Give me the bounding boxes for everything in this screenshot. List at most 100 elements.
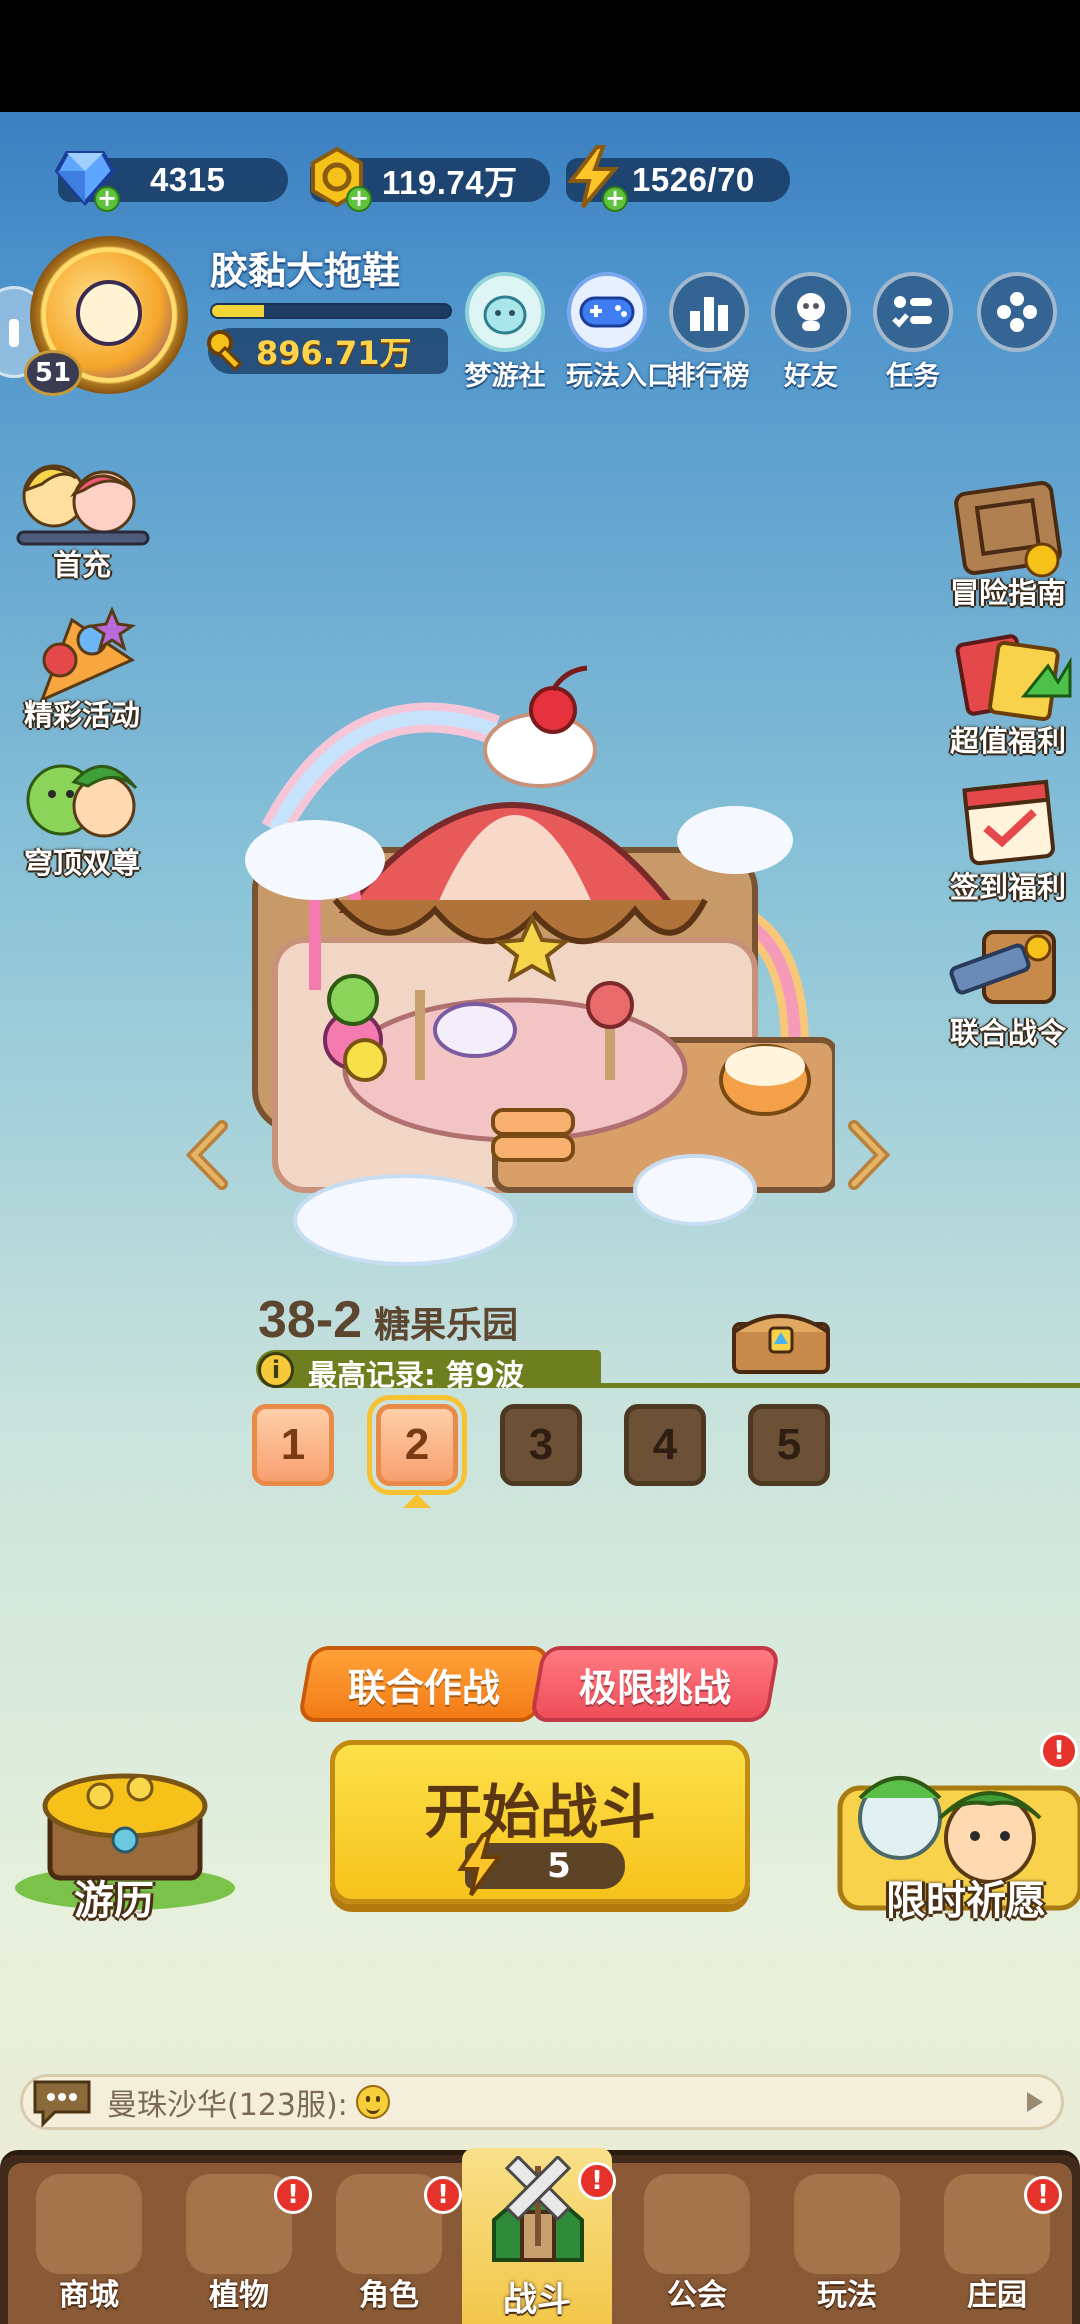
shop-icon (36, 2174, 142, 2274)
gold-coin-icon: + (300, 140, 374, 214)
side-adventure-guide[interactable]: 冒险指南 (928, 478, 1080, 612)
guild-icon (644, 2174, 750, 2274)
nav-gameplay[interactable]: 玩法 (772, 2164, 922, 2324)
top-menu-friends[interactable]: 好友 (770, 272, 852, 393)
combat-power: 896.71万 (207, 328, 448, 374)
side-events[interactable]: 精彩活动 (2, 600, 162, 734)
top-menu-tasks[interactable]: 任务 (872, 272, 954, 393)
record-text: 最高记录: 第9波 (308, 1358, 524, 1392)
nav-shop[interactable]: 商城 (14, 2164, 164, 2324)
coop-battle-label: 联合作战 (347, 1665, 500, 1710)
travel-label: 游历 (74, 1878, 154, 1924)
energy-cost: 5 (457, 1833, 625, 1897)
wave-button-4[interactable]: 4 (624, 1404, 706, 1486)
chat-bar[interactable]: 曼珠沙华(123服): (20, 2074, 1064, 2130)
status-bar (0, 0, 1080, 112)
wish-alert-badge: ! (1040, 1732, 1078, 1770)
tasks-icon (873, 272, 953, 352)
diamond-value: 4315 (150, 161, 226, 198)
chat-bubble-icon (33, 2080, 91, 2128)
nav-label: 庄园 (967, 2278, 1027, 2313)
top-menu-leaderboard[interactable]: 排行榜 (668, 272, 750, 393)
gold-counter[interactable]: + 119.74万 (310, 146, 550, 212)
next-stage-arrow[interactable] (846, 1120, 891, 1190)
side-dome-duo[interactable]: 穹顶双尊 (2, 748, 162, 882)
top-menu-mengyoushe[interactable]: 梦游社 (464, 272, 546, 393)
avatar-face (76, 280, 142, 346)
wave-button-2[interactable]: 2 (367, 1395, 467, 1495)
speaker-icon (9, 319, 19, 347)
wave-button-5[interactable]: 5 (748, 1404, 830, 1486)
smiley-emoji-icon (355, 2085, 390, 2119)
info-icon[interactable]: i (258, 1352, 294, 1388)
stage-number: 38-2 (258, 1291, 363, 1349)
top-menu-label: 好友 (784, 361, 838, 392)
add-gold-icon[interactable]: + (346, 186, 372, 212)
exp-fill (212, 305, 265, 317)
level-scene-carousel[interactable] (235, 660, 838, 1280)
wave-button-1[interactable]: 1 (252, 1404, 334, 1486)
side-battle-pass[interactable]: 联合战令 (928, 918, 1080, 1052)
side-first-recharge[interactable]: 首充 (2, 450, 162, 584)
top-menu-label: 任务 (886, 361, 940, 392)
stage-name: 糖果乐园 (374, 1305, 519, 1346)
manor-alert-badge: ! (1024, 2176, 1062, 2214)
wave-button-3[interactable]: 3 (500, 1404, 582, 1486)
gold-value: 119.74万 (382, 164, 518, 201)
battle-icon (492, 2156, 584, 2262)
chat-text: 曼珠沙华(123服): (107, 2088, 348, 2123)
level-badge: 51 (24, 350, 82, 396)
prev-stage-arrow[interactable] (185, 1120, 230, 1190)
gamepad-icon (567, 272, 647, 352)
power-value: 896.71万 (256, 334, 412, 372)
top-menu-play-entry[interactable]: 玩法入口 (566, 272, 674, 393)
battle-alert-badge: ! (578, 2162, 616, 2200)
wish-label: 限时祈愿 (886, 1878, 1046, 1924)
exp-bar (210, 303, 452, 319)
selected-wave-caret (403, 1494, 431, 1508)
diamond-icon: + (48, 140, 122, 214)
top-menu-label: 玩法入口 (566, 361, 674, 392)
side-value-benefits[interactable]: 超值福利 (928, 626, 1080, 760)
nav-label: 植物 (209, 2278, 269, 2313)
diamond-counter[interactable]: + 4315 (54, 151, 288, 212)
player-name: 胶黏大拖鞋 (210, 249, 401, 293)
coop-battle-tab[interactable]: 联合作战 (297, 1646, 551, 1722)
leaderboard-icon (669, 272, 749, 352)
top-menu-more[interactable] (976, 272, 1058, 352)
start-battle-button[interactable]: 开始战斗 5 (330, 1740, 750, 1904)
friends-icon (771, 272, 851, 352)
key-icon (202, 325, 254, 377)
best-record: i 最高记录: 第9波 (256, 1350, 1080, 1392)
nav-label: 角色 (359, 2278, 419, 2313)
plants-alert-badge: ! (274, 2176, 312, 2214)
nav-label: 公会 (667, 2278, 727, 2313)
side-label: 超值福利 (949, 724, 1066, 758)
lightning-icon (457, 1833, 503, 1897)
more-icon (977, 272, 1057, 352)
limit-challenge-tab[interactable]: 极限挑战 (529, 1646, 781, 1722)
energy-value: 1526/70 (632, 161, 755, 198)
energy-cost-value: 5 (547, 1846, 571, 1886)
add-energy-icon[interactable]: + (602, 186, 628, 212)
side-label: 签到福利 (949, 870, 1066, 904)
top-menu-label: 排行榜 (668, 361, 750, 392)
side-label: 穹顶双尊 (23, 846, 140, 880)
side-label: 冒险指南 (949, 576, 1066, 610)
nav-label: 玩法 (817, 2278, 877, 2313)
nav-guild[interactable]: 公会 (622, 2164, 772, 2324)
gameplay-icon (794, 2174, 900, 2274)
chat-expand-icon[interactable] (1027, 2092, 1043, 2112)
lightning-icon: + (556, 140, 630, 214)
nav-label: 战斗 (503, 2280, 571, 2320)
side-checkin[interactable]: 签到福利 (928, 772, 1080, 906)
top-menu-label: 梦游社 (464, 361, 546, 392)
limit-challenge-label: 极限挑战 (578, 1665, 731, 1710)
characters-alert-badge: ! (424, 2176, 462, 2214)
side-label: 精彩活动 (23, 698, 140, 732)
energy-counter[interactable]: + 1526/70 (566, 145, 790, 212)
add-diamond-icon[interactable]: + (94, 186, 120, 212)
side-label: 首充 (52, 548, 111, 582)
record-line (596, 1383, 1080, 1388)
stage-title: 38-2 糖果乐园 (258, 1290, 518, 1350)
